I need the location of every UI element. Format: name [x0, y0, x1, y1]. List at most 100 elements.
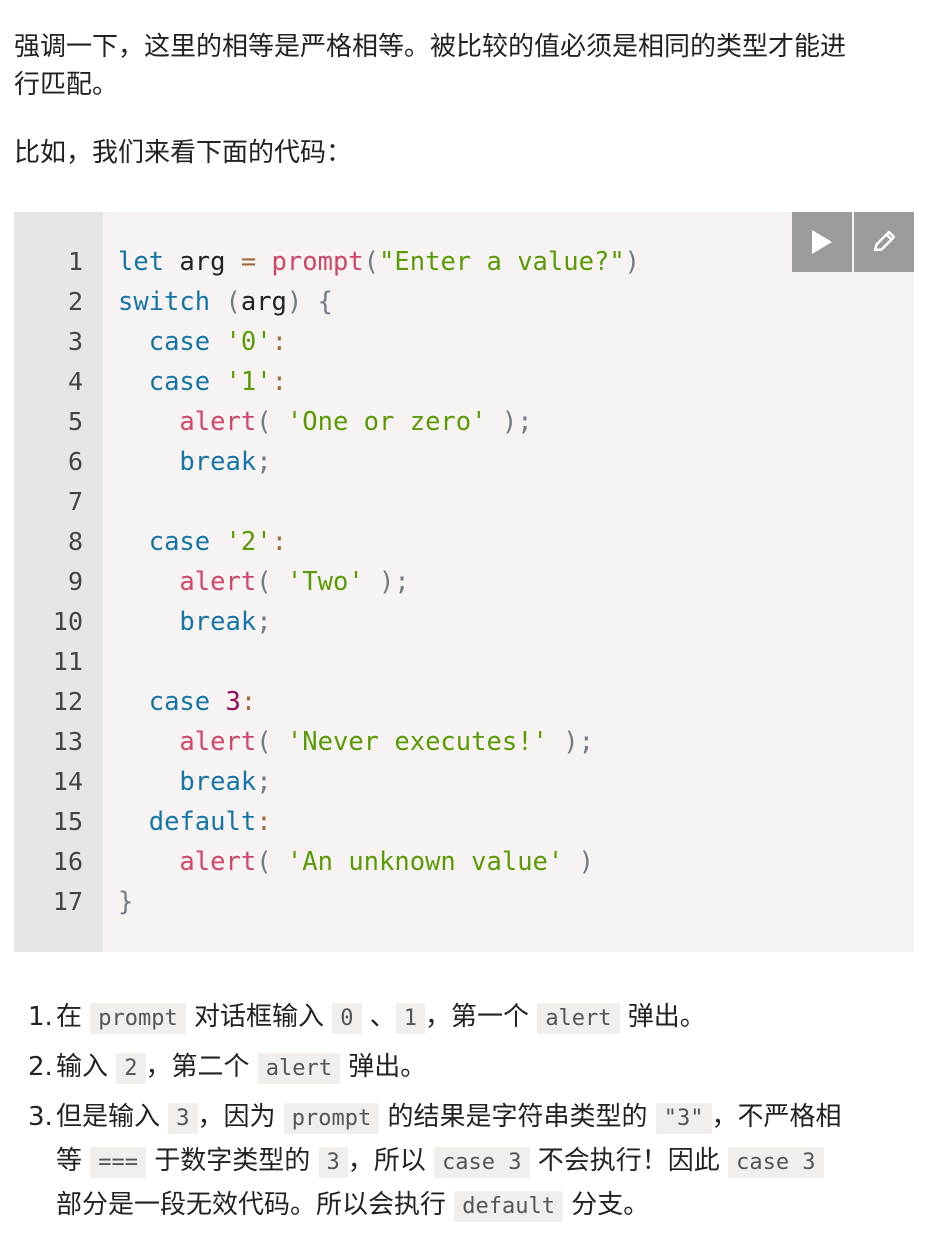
code-token: ( — [256, 567, 272, 597]
code-token: '2' — [225, 527, 272, 557]
code-token: alert — [179, 567, 257, 597]
code-token: : — [271, 527, 287, 557]
code-line: break; — [118, 602, 640, 642]
text: 但是输入 — [56, 1102, 169, 1132]
lead-paragraph: 比如，我们来看下面的代码： — [14, 138, 353, 168]
line-number: 14 — [52, 767, 83, 796]
list-number: 2. — [28, 1052, 53, 1082]
text: 在 — [56, 1002, 91, 1032]
code-token: case — [148, 367, 211, 397]
code-line: case '2': — [118, 522, 640, 562]
inline-code: alert — [257, 1053, 341, 1084]
code-line: alert( 'Never executes!' ); — [118, 722, 640, 762]
code-token: : — [240, 687, 257, 717]
inline-code: "3" — [655, 1103, 712, 1134]
text: 的结果是字符串类型的 — [379, 1102, 656, 1132]
line-number: 3 — [67, 327, 83, 356]
line-number: 4 — [67, 367, 83, 396]
code-token: ( — [363, 247, 380, 277]
line-number: 16 — [52, 847, 83, 876]
text: 于数字类型的 — [146, 1146, 319, 1176]
code-token: prompt — [271, 247, 364, 277]
code-token: "Enter a value?" — [379, 247, 625, 277]
code-line: default: — [118, 802, 640, 842]
code-token: default — [148, 807, 257, 837]
line-number: 8 — [67, 527, 83, 556]
code-line: case '0': — [118, 322, 640, 362]
code-token: arg — [240, 287, 287, 317]
code-block: 1 2 3 4 5 6 7 8 9 10 11 12 13 14 15 16 17 let arg = prom… — [14, 212, 914, 952]
text: 部分是一段无效代码。所以会执行 — [56, 1190, 455, 1220]
code-token: alert — [179, 407, 257, 437]
intro-line-1: 强调一下，这里的相等是严格相等。被比较的值必须是相同的类型才能进 — [14, 32, 847, 62]
code-token: ) — [286, 287, 303, 317]
code-token: break — [179, 607, 257, 637]
text: ，所以 — [347, 1146, 435, 1176]
inline-code: 2 — [116, 1053, 146, 1084]
code-token: 'Never executes!' — [286, 727, 548, 757]
inline-code: prompt — [90, 1003, 186, 1034]
code-token: ; — [517, 407, 533, 437]
code-token: : — [256, 807, 272, 837]
line-number: 15 — [52, 807, 83, 836]
line-number-gutter: 1 2 3 4 5 6 7 8 9 10 11 12 13 14 15 16 17 — [14, 212, 103, 952]
line-number: 7 — [67, 487, 83, 516]
pencil-icon — [873, 230, 896, 252]
text: ，第一个 — [425, 1002, 538, 1032]
text: ，因为 — [197, 1102, 284, 1132]
line-number: 13 — [52, 727, 83, 756]
code-line: alert( 'One or zero' ); — [118, 402, 640, 442]
code-token: arg — [164, 247, 241, 277]
inline-code: prompt — [283, 1103, 380, 1134]
code-token: ; — [256, 767, 272, 797]
code-line: alert( 'An unknown value' ) — [118, 842, 640, 882]
line-number: 17 — [52, 887, 83, 916]
text: 对话框输入 — [185, 1002, 333, 1032]
code-token: alert — [179, 847, 257, 877]
line-number: 5 — [67, 407, 83, 436]
code-token: case — [148, 527, 211, 557]
code-token: 'One or zero' — [286, 407, 487, 437]
code-token: alert — [179, 727, 257, 757]
code-token: ) — [501, 407, 518, 437]
text: 等 — [56, 1146, 91, 1176]
code-token: ; — [256, 447, 272, 477]
code-token: ) — [624, 247, 641, 277]
line-number: 12 — [52, 687, 83, 716]
edit-button[interactable] — [854, 212, 914, 272]
code-line: case '1': — [118, 362, 640, 402]
inline-code: alert — [537, 1003, 620, 1034]
code-token: ; — [578, 727, 594, 757]
code-token: switch — [118, 287, 211, 317]
text: ，不严格相 — [711, 1102, 842, 1132]
code-token: ; — [394, 567, 410, 597]
line-number: 11 — [52, 647, 83, 676]
code-line: break; — [118, 762, 640, 802]
code-token: ) — [563, 727, 579, 757]
inline-code: case 3 — [434, 1147, 530, 1178]
code-line: case 3: — [118, 682, 640, 722]
text: 分支。 — [562, 1190, 650, 1220]
line-number: 1 — [67, 247, 83, 276]
code-token: { — [317, 287, 333, 317]
line-number: 2 — [67, 287, 83, 316]
run-button[interactable] — [792, 212, 852, 272]
intro-paragraph: 强调一下，这里的相等是严格相等。被比较的值必须是相同的类型才能进 行匹配。 — [14, 28, 914, 104]
